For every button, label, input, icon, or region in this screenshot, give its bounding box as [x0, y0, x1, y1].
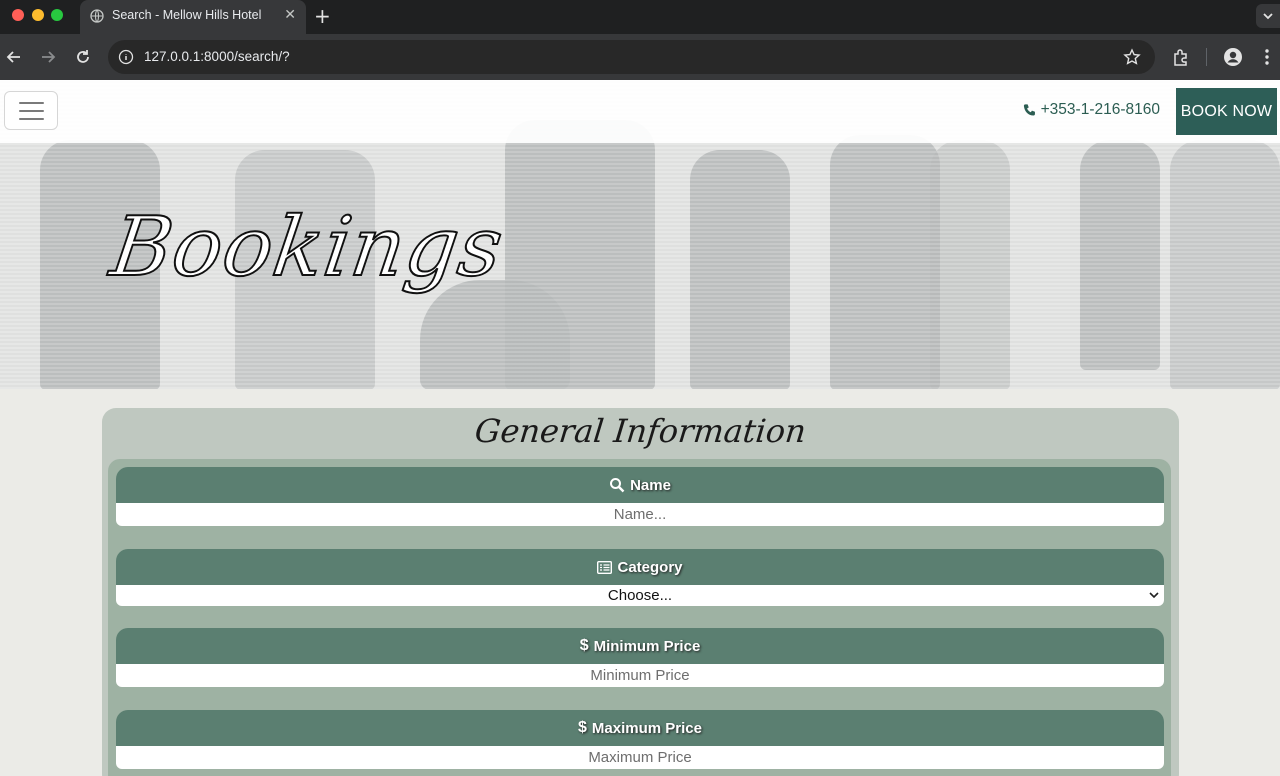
new-tab-button[interactable]: +: [314, 4, 331, 28]
search-icon: [610, 478, 625, 493]
min-price-field: $ Minimum Price: [116, 628, 1164, 687]
minimize-window-button[interactable]: [32, 9, 44, 21]
site-header: +353-1-216-8160 BOOK NOW: [0, 80, 1280, 143]
toolbar-divider: [1206, 48, 1207, 66]
chevron-down-icon: [1149, 592, 1159, 599]
name-input[interactable]: [116, 503, 1164, 526]
address-bar[interactable]: 127.0.0.1:8000/search/?: [108, 40, 1155, 74]
min-price-input[interactable]: [116, 664, 1164, 687]
book-now-button[interactable]: BOOK NOW: [1176, 88, 1277, 135]
phone-number: +353-1-216-8160: [1040, 101, 1160, 118]
browser-toolbar: 127.0.0.1:8000/search/?: [0, 34, 1280, 80]
browser-tab[interactable]: Search - Mellow Hills Hotel ✕: [80, 0, 306, 34]
globe-icon: [90, 9, 104, 23]
maximize-window-button[interactable]: [51, 9, 63, 21]
dollar-icon: $: [579, 637, 589, 654]
chevron-down-icon: [1263, 13, 1273, 20]
hamburger-icon: [19, 118, 44, 120]
tab-title: Search - Mellow Hills Hotel: [112, 8, 262, 22]
max-price-field: $ Maximum Price: [116, 710, 1164, 769]
url-text[interactable]: 127.0.0.1:8000/search/?: [144, 49, 290, 64]
category-field: Category Choose...: [116, 549, 1164, 606]
reload-icon[interactable]: [73, 47, 93, 67]
hamburger-icon: [19, 110, 44, 112]
list-icon: [597, 560, 613, 574]
select-value: Choose...: [607, 587, 673, 604]
field-header: $ Maximum Price: [116, 710, 1164, 746]
close-window-button[interactable]: [12, 9, 24, 21]
field-header: Category: [116, 549, 1164, 585]
hamburger-icon: [19, 102, 44, 104]
field-label: Maximum Price: [591, 719, 702, 737]
name-field: Name: [116, 467, 1164, 526]
field-label: Name: [630, 476, 671, 494]
field-header: $ Minimum Price: [116, 628, 1164, 664]
tab-search-button[interactable]: [1256, 4, 1280, 28]
more-menu-icon[interactable]: [1258, 47, 1276, 67]
field-header: Name: [116, 467, 1164, 503]
forward-arrow-icon[interactable]: [38, 47, 58, 67]
search-form-card: General Information Name Name... Categor…: [102, 408, 1179, 776]
category-select[interactable]: Choose...: [116, 585, 1164, 606]
menu-toggle-button[interactable]: [4, 91, 58, 130]
field-label: Category: [617, 558, 683, 576]
star-icon[interactable]: [1123, 48, 1141, 66]
extensions-icon[interactable]: [1171, 47, 1191, 67]
field-label: Minimum Price: [593, 637, 701, 655]
browser-tab-bar: Search - Mellow Hills Hotel ✕ +: [0, 0, 1280, 34]
dollar-icon: $: [578, 719, 587, 736]
max-price-input[interactable]: [116, 746, 1164, 769]
page-title: Bookings: [104, 199, 510, 296]
back-arrow-icon[interactable]: [4, 47, 24, 67]
close-tab-icon[interactable]: ✕: [284, 7, 296, 23]
search-form: Name Category Choose...: [108, 459, 1171, 776]
web-page: Bookings +353-1-216-8160 BOOK NOW Genera…: [0, 80, 1280, 776]
profile-icon[interactable]: [1223, 47, 1243, 67]
phone-link[interactable]: +353-1-216-8160: [1022, 101, 1160, 119]
site-info-icon[interactable]: [118, 49, 134, 65]
section-title: General Information: [473, 412, 808, 450]
phone-icon: [1023, 103, 1035, 115]
